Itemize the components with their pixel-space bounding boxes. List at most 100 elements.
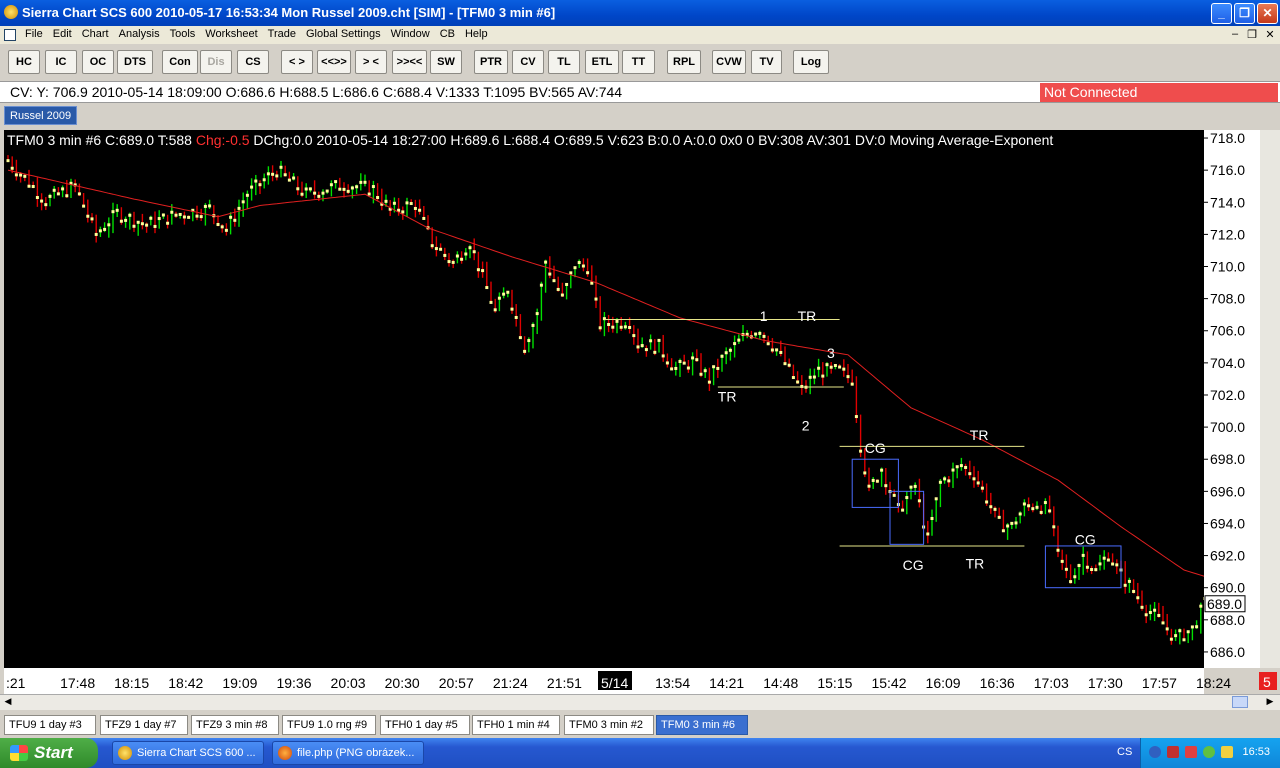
toolbar-button-21[interactable]: Log <box>793 50 829 74</box>
toolbar-button-12[interactable]: SW <box>430 50 462 74</box>
close-tick <box>1148 610 1152 614</box>
tray-expand-icon[interactable] <box>1149 746 1161 758</box>
scroll-left-icon[interactable]: ◀ <box>2 696 14 708</box>
mdi-minimize-button[interactable]: – <box>1228 28 1242 40</box>
toolbar-button-7[interactable]: CS <box>237 50 269 74</box>
toolbar-button-11[interactable]: >><< <box>392 50 427 74</box>
toolbar-button-8[interactable]: < > <box>281 50 313 74</box>
close-tick <box>867 484 871 488</box>
menu-global-settings[interactable]: Global Settings <box>301 26 386 42</box>
close-tick <box>548 272 552 276</box>
close-tick <box>472 250 476 254</box>
toolbar-button-9[interactable]: <<>> <box>317 50 351 74</box>
annotation-box[interactable] <box>851 458 899 508</box>
menu-tools[interactable]: Tools <box>165 26 201 42</box>
close-tick <box>1161 621 1165 625</box>
price-chart[interactable]: 1 TR TR 3 2 CG TR CG TR CG TFM0 3 min #6 C:689.0 … <box>4 130 1204 668</box>
close-tick <box>884 484 888 488</box>
toolbar-button-3[interactable]: OC <box>82 50 114 74</box>
menu-cb[interactable]: CB <box>435 26 460 42</box>
toolbar-button-4[interactable]: DTS <box>117 50 153 74</box>
toolbar-button-19[interactable]: CVW <box>712 50 746 74</box>
toolbar-button-6[interactable]: Dis <box>200 50 232 74</box>
cursor-value-bar: CV: Y: 706.9 2010-05-14 18:09:00 O:686.6… <box>0 81 1280 103</box>
close-tick <box>208 204 212 208</box>
tray-network-icon[interactable] <box>1203 746 1215 758</box>
menu-window[interactable]: Window <box>386 26 435 42</box>
maximize-button[interactable]: ❐ <box>1234 3 1255 24</box>
windows-flag-icon <box>10 745 28 761</box>
menu-worksheet[interactable]: Worksheet <box>200 26 262 42</box>
close-tick <box>1157 613 1161 617</box>
close-tick <box>686 366 690 370</box>
close-tick <box>535 312 539 316</box>
task-firefox[interactable]: file.php (PNG obrázek... <box>272 741 424 765</box>
chart-tab-1[interactable]: TFU9 1 day #3 <box>4 715 96 735</box>
toolbar-button-18[interactable]: RPL <box>667 50 701 74</box>
chart-tab-2[interactable]: TFZ9 1 day #7 <box>100 715 188 735</box>
close-tick <box>611 325 615 329</box>
chart-tab-7[interactable]: TFM0 3 min #2 <box>564 715 654 735</box>
task-sierra-chart[interactable]: Sierra Chart SCS 600 ... <box>112 741 264 765</box>
tray-flag-icon[interactable] <box>1185 746 1197 758</box>
horizontal-scrollbar[interactable]: ◀ ▶ <box>0 694 1280 710</box>
chart-tab-4[interactable]: TFU9 1.0 rng #9 <box>282 715 376 735</box>
menu-help[interactable]: Help <box>460 26 493 42</box>
toolbar-button-14[interactable]: CV <box>512 50 544 74</box>
scroll-thumb[interactable] <box>1232 696 1248 708</box>
close-tick <box>287 178 291 182</box>
time-axis[interactable]: :21 17:48 18:15 18:42 19:09 19:36 20:03 20:30 20… <box>4 668 1277 694</box>
toolbar-button-15[interactable]: TL <box>548 50 580 74</box>
toolbar-button-10[interactable]: > < <box>355 50 387 74</box>
toolbar-button-5[interactable]: Con <box>162 50 198 74</box>
minimize-button[interactable]: _ <box>1211 3 1232 24</box>
menu-analysis[interactable]: Analysis <box>114 26 165 42</box>
toolbar-button-20[interactable]: TV <box>751 50 782 74</box>
close-tick <box>594 297 598 301</box>
chart-tab-3[interactable]: TFZ9 3 min #8 <box>191 715 279 735</box>
chart-tab-5[interactable]: TFH0 1 day #5 <box>380 715 470 735</box>
close-tick <box>938 480 942 484</box>
close-tick <box>111 210 115 214</box>
menu-chart[interactable]: Chart <box>77 26 114 42</box>
toolbar-button-13[interactable]: PTR <box>474 50 508 74</box>
close-tick <box>187 215 191 219</box>
toolbar-button-2[interactable]: IC <box>45 50 77 74</box>
tray-monitor-icon[interactable] <box>1167 746 1179 758</box>
tray-app-icon[interactable] <box>1221 746 1233 758</box>
close-tick <box>342 187 346 191</box>
time-axis-canvas: :21 17:48 18:15 18:42 19:09 19:36 20:03 20:30 20… <box>6 671 1277 691</box>
close-tick <box>56 192 60 196</box>
price-axis[interactable]: 718.0 716.0 714.0 712.0 710.0 708.0 706.0 704.0… <box>1204 130 1260 668</box>
close-tick <box>728 348 732 352</box>
start-button[interactable]: Start <box>0 738 98 768</box>
close-tick <box>905 496 909 500</box>
toolbar-button-16[interactable]: ETL <box>585 50 619 74</box>
vertical-scroll-area[interactable] <box>1260 130 1280 692</box>
close-tick <box>1069 580 1073 584</box>
chart-tab-8[interactable]: TFM0 3 min #6 <box>656 715 748 735</box>
close-tick <box>241 200 245 204</box>
menu-edit[interactable]: Edit <box>48 26 77 42</box>
close-tick <box>430 244 434 248</box>
toolbar-button-17[interactable]: TT <box>622 50 655 74</box>
close-tick <box>619 325 623 329</box>
mdi-restore-button[interactable]: ❐ <box>1245 28 1259 41</box>
language-indicator[interactable]: CS <box>1117 746 1132 758</box>
scroll-right-icon[interactable]: ▶ <box>1264 696 1276 708</box>
chart-tab-6[interactable]: TFH0 1 min #4 <box>472 715 560 735</box>
document-icon[interactable] <box>4 29 16 41</box>
mdi-close-button[interactable]: ✕ <box>1263 28 1277 41</box>
close-tick <box>649 339 653 343</box>
close-tick <box>31 185 35 189</box>
last-price-marker: 689.0 <box>1204 595 1246 613</box>
toolbar-button-1[interactable]: HC <box>8 50 40 74</box>
menu-file[interactable]: File <box>20 26 48 42</box>
chartbook-tab[interactable]: Russel 2009 <box>4 106 78 125</box>
menu-trade[interactable]: Trade <box>263 26 301 42</box>
close-tick <box>308 187 312 191</box>
close-tick <box>1001 529 1005 533</box>
close-button[interactable]: ✕ <box>1257 3 1278 24</box>
close-tick <box>296 187 300 191</box>
y-tick-label: 706.0 <box>1210 323 1245 339</box>
